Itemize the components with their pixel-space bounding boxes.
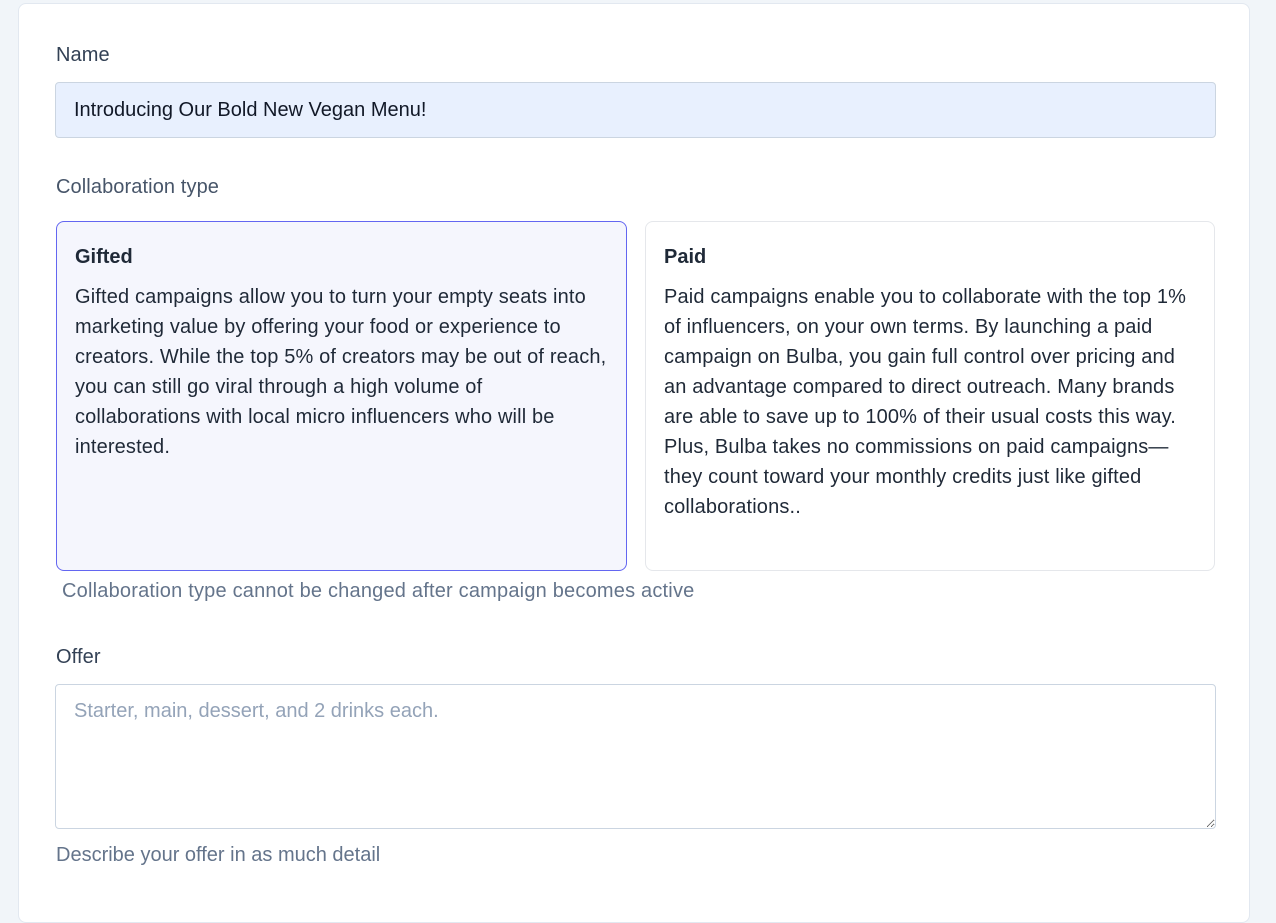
gifted-option-description: Gifted campaigns allow you to turn your … bbox=[75, 286, 607, 458]
offer-hint: Describe your offer in as much detail bbox=[56, 844, 381, 866]
collaboration-option-gifted[interactable]: Gifted Gifted campaigns allow you to tur… bbox=[56, 221, 627, 571]
collaboration-option-paid[interactable]: Paid Paid campaigns enable you to collab… bbox=[645, 221, 1215, 571]
paid-option-title: Paid bbox=[664, 246, 707, 268]
name-input[interactable] bbox=[55, 82, 1216, 138]
gifted-option-title: Gifted bbox=[75, 246, 133, 268]
campaign-form-panel: Name Collaboration type Gifted Gifted ca… bbox=[18, 3, 1250, 923]
offer-textarea[interactable] bbox=[55, 684, 1216, 829]
offer-label: Offer bbox=[56, 646, 101, 668]
paid-option-description: Paid campaigns enable you to collaborate… bbox=[664, 286, 1187, 518]
name-label: Name bbox=[56, 44, 110, 66]
collaboration-type-label: Collaboration type bbox=[56, 176, 220, 198]
collaboration-type-hint: Collaboration type cannot be changed aft… bbox=[62, 580, 695, 602]
